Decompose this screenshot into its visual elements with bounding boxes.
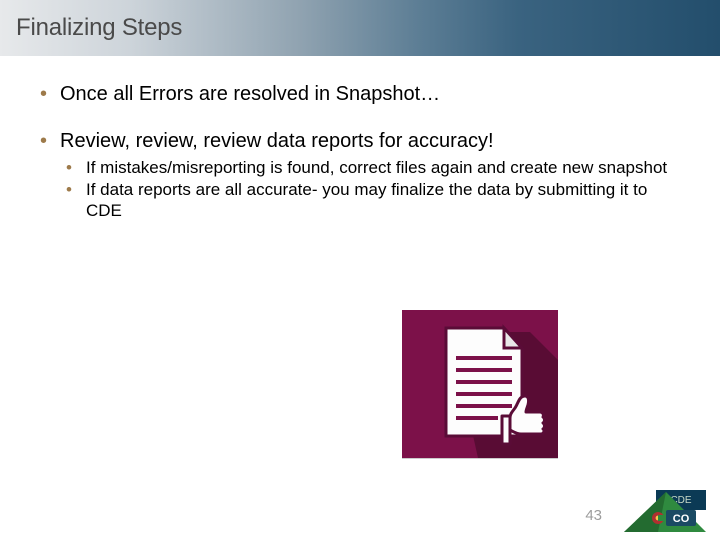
- slide-title: Finalizing Steps: [16, 14, 182, 42]
- slide-content: Once all Errors are resolved in Snapshot…: [0, 56, 720, 221]
- page-number: 43: [585, 507, 602, 524]
- sub-bullet-text: If data reports are all accurate- you ma…: [86, 180, 647, 219]
- sub-bullet-text: If mistakes/misreporting is found, corre…: [86, 158, 667, 177]
- logo-state-label: CO: [673, 513, 690, 525]
- bullet-item: Once all Errors are resolved in Snapshot…: [34, 82, 686, 107]
- bullet-text: Review, review, review data reports for …: [60, 130, 494, 152]
- bullet-text: Once all Errors are resolved in Snapshot…: [60, 83, 440, 105]
- sub-bullet-item: If data reports are all accurate- you ma…: [60, 180, 686, 221]
- bullet-list-level2: If mistakes/misreporting is found, corre…: [60, 158, 686, 221]
- bullet-list-level1: Once all Errors are resolved in Snapshot…: [34, 82, 686, 221]
- document-thumbs-up-icon: [402, 310, 558, 458]
- slide: Finalizing Steps Once all Errors are res…: [0, 0, 720, 540]
- bullet-item: Review, review, review data reports for …: [34, 129, 686, 221]
- title-bar: Finalizing Steps: [0, 0, 720, 56]
- cde-colorado-logo-icon: CDE CO: [618, 488, 706, 534]
- slide-footer: 43 CDE CO: [0, 494, 720, 540]
- sub-bullet-item: If mistakes/misreporting is found, corre…: [60, 158, 686, 178]
